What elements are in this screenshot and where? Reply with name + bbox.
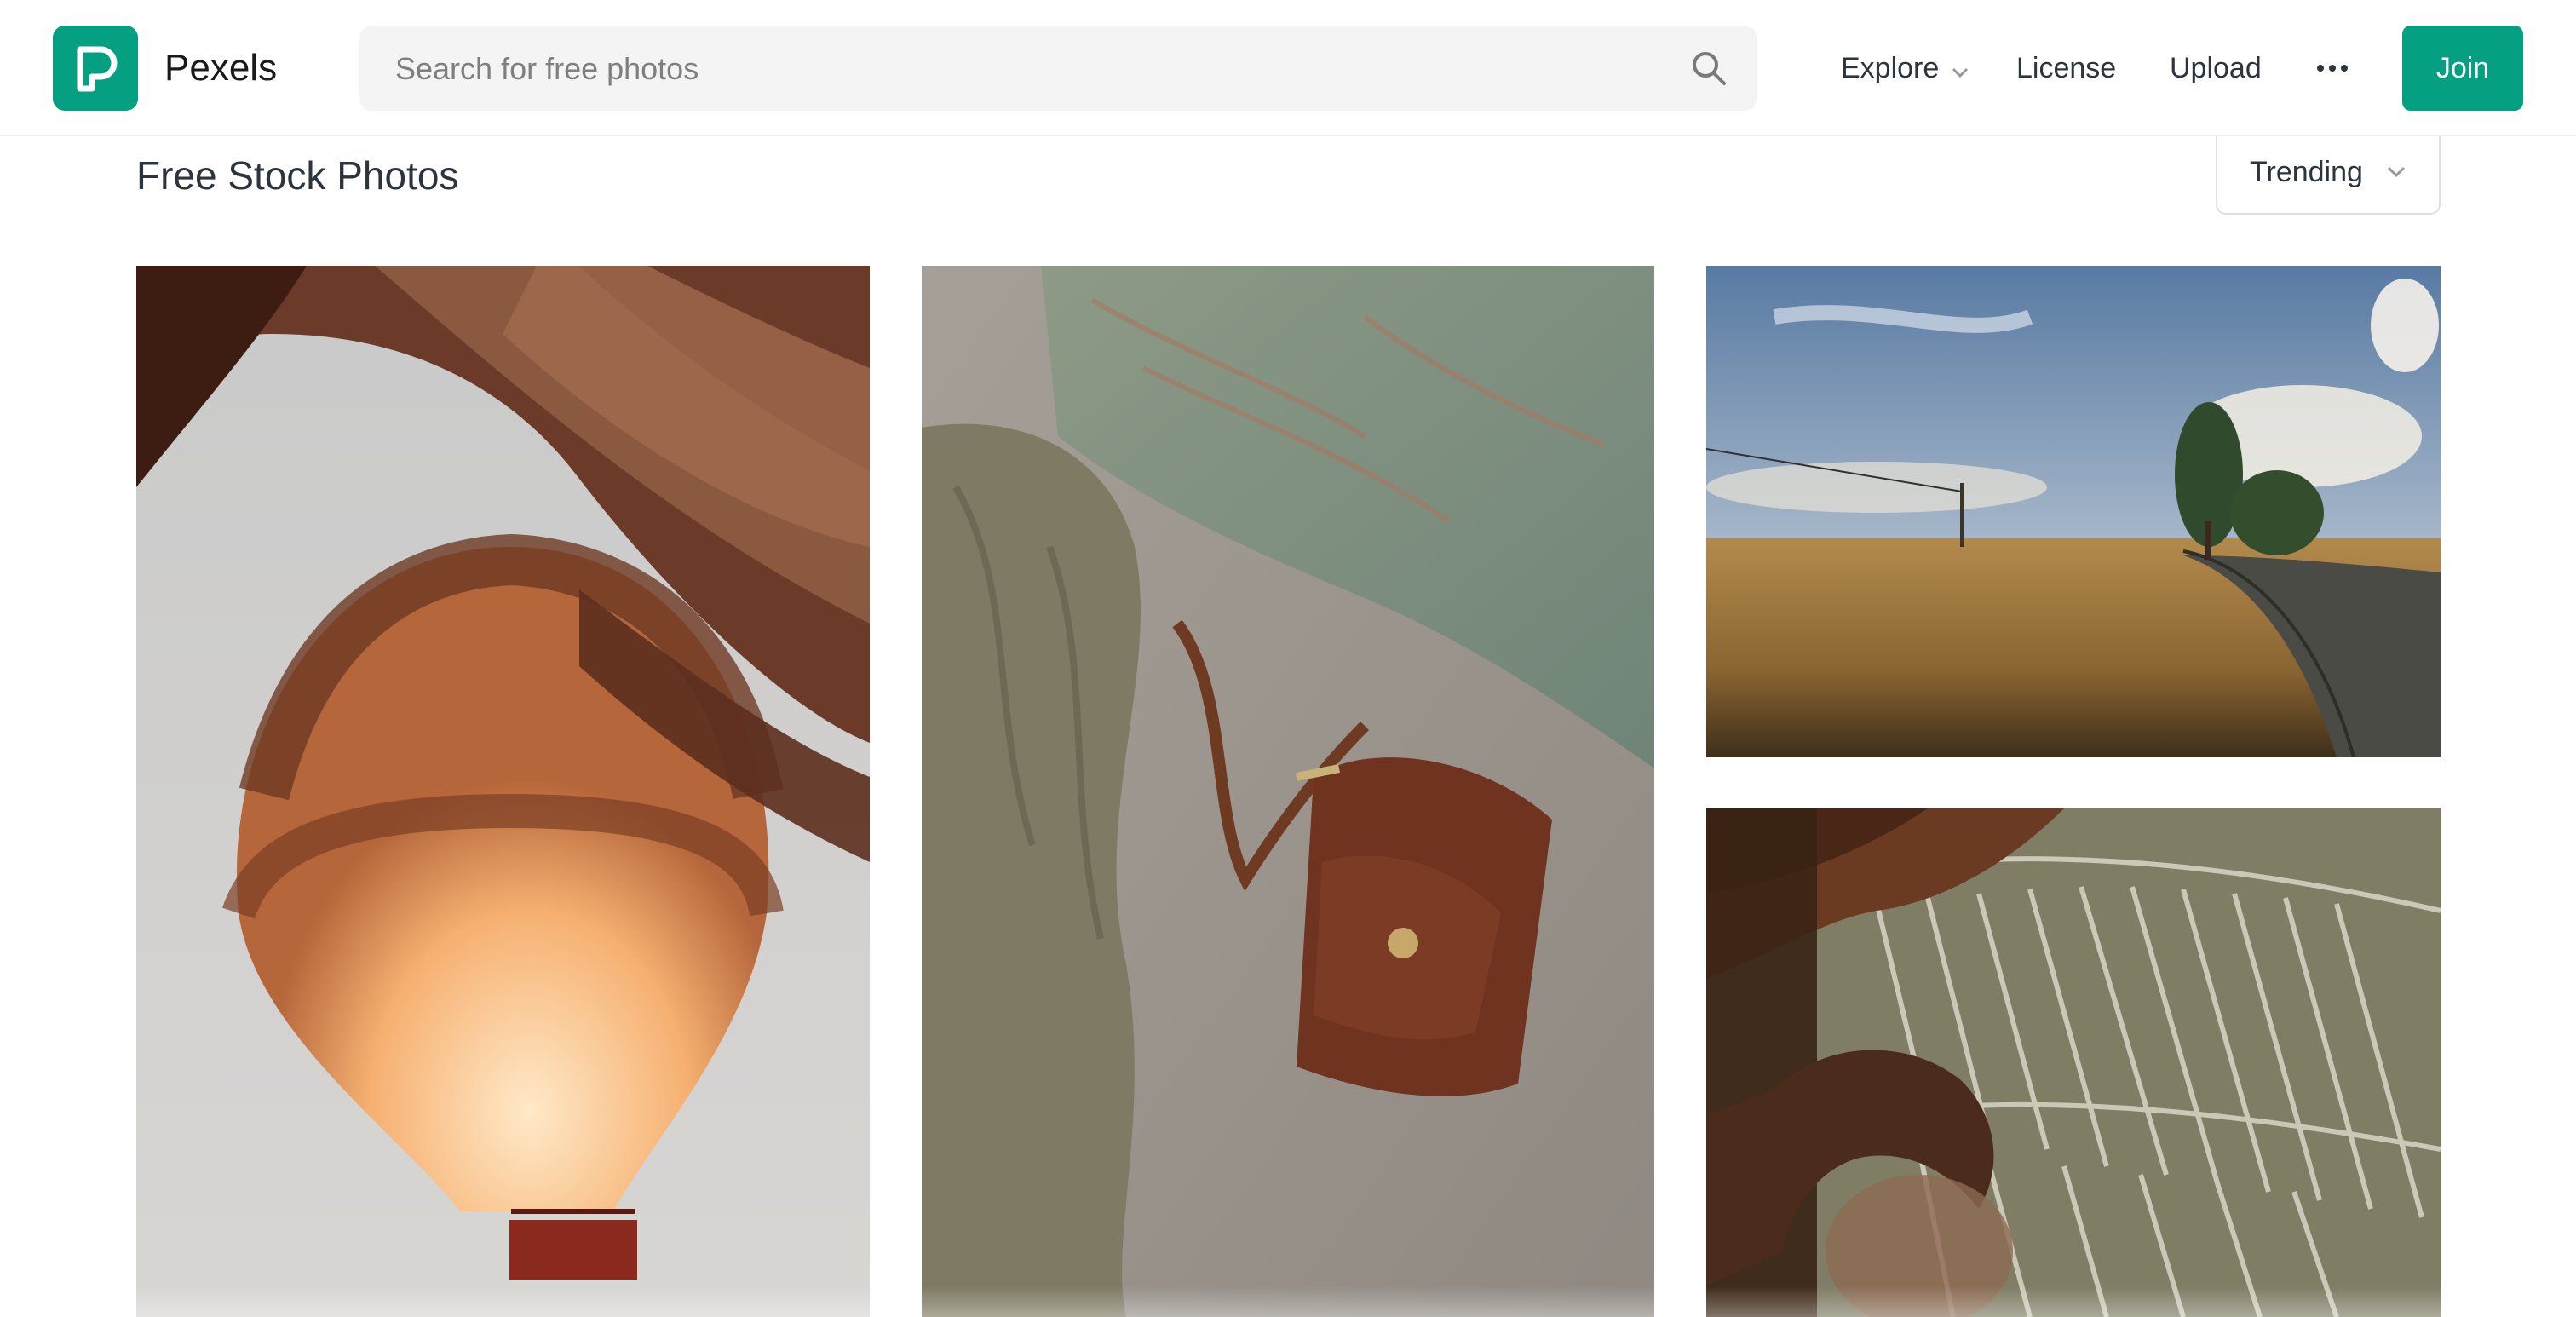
balloon-image (136, 266, 870, 1317)
bag-image (922, 266, 1654, 1317)
join-button[interactable]: Join (2402, 26, 2523, 111)
countryside-road-field-photo[interactable] (1706, 266, 2441, 757)
search-bar[interactable] (359, 26, 1757, 111)
search-input[interactable] (394, 41, 1675, 97)
license-link[interactable]: License (2016, 43, 2116, 94)
brand-name[interactable]: Pexels (164, 43, 277, 94)
upload-link[interactable]: Upload (2170, 43, 2262, 94)
more-horizontal-icon[interactable] (2315, 56, 2349, 80)
palm-image (1706, 808, 2441, 1317)
chevron-down-icon (2387, 166, 2406, 178)
hot-air-balloon-photo[interactable] (136, 266, 870, 1317)
palm-leaves-person-photo[interactable] (1706, 808, 2441, 1317)
p-logo-glyph (77, 46, 118, 92)
chevron-down-icon (1951, 44, 1969, 95)
explore-menu[interactable]: Explore (1841, 43, 1969, 95)
leather-bag-on-bed-photo[interactable] (922, 266, 1654, 1317)
sort-selected-label: Trending (2250, 156, 2363, 188)
page-title: Free Stock Photos (136, 153, 459, 198)
pexels-logo-icon[interactable] (53, 26, 138, 111)
field-image (1706, 266, 2441, 757)
explore-label: Explore (1841, 52, 1940, 84)
search-icon[interactable] (1690, 49, 1728, 87)
sort-dropdown[interactable]: Trending (2216, 136, 2441, 215)
top-navigation-bar: Pexels Explore License Upload Join (0, 0, 2576, 136)
